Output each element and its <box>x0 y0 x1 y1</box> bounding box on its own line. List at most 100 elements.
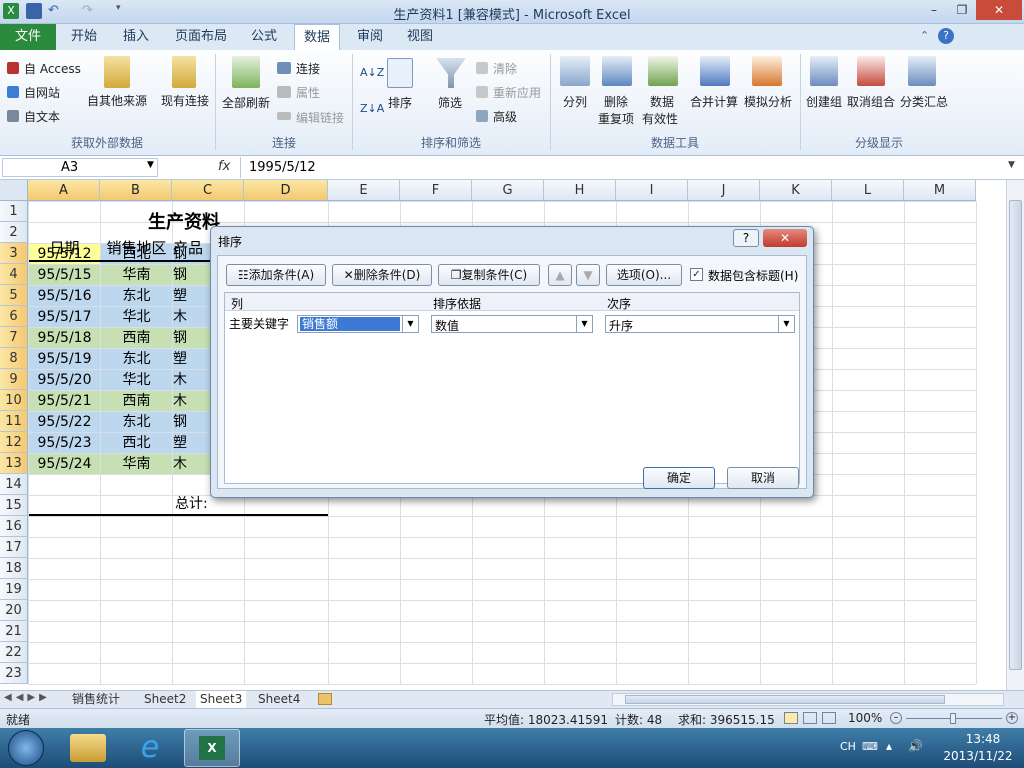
cell-product[interactable]: 钢 <box>173 265 213 285</box>
cell-date[interactable]: 95/5/17 <box>29 307 100 327</box>
from-web-button[interactable]: 自网站 <box>24 84 60 101</box>
row-header[interactable]: 7 <box>0 327 28 348</box>
cell-product[interactable]: 钢 <box>173 412 213 432</box>
cell-product[interactable]: 木 <box>173 454 213 474</box>
cell-date[interactable]: 95/5/22 <box>29 412 100 432</box>
cell-date[interactable]: 95/5/19 <box>29 349 100 369</box>
move-down-button[interactable]: ▼ <box>576 264 600 286</box>
cell-date[interactable]: 95/5/21 <box>29 391 100 411</box>
row-header[interactable]: 12 <box>0 432 28 453</box>
minimize-ribbon-icon[interactable]: ⌃ <box>920 29 929 42</box>
close-button[interactable]: ✕ <box>976 0 1022 20</box>
tab-formulas[interactable]: 公式 <box>242 24 286 50</box>
clock-date[interactable]: 2013/11/22 <box>936 749 1020 763</box>
tab-page-layout[interactable]: 页面布局 <box>168 24 234 50</box>
formula-input[interactable]: 1995/5/12 <box>240 157 1006 178</box>
row-header[interactable]: 4 <box>0 264 28 285</box>
name-box[interactable]: A3 ▼ <box>2 158 158 177</box>
has-header-checkbox[interactable]: ✓ <box>690 268 703 281</box>
sort-button[interactable]: 排序 <box>388 94 412 111</box>
column-header[interactable]: I <box>616 180 688 201</box>
column-header[interactable]: M <box>904 180 976 201</box>
tab-file[interactable]: 文件 <box>0 24 56 50</box>
row-header[interactable]: 1 <box>0 201 28 222</box>
zoom-level[interactable]: 100% <box>848 711 882 725</box>
page-break-view-icon[interactable] <box>822 712 836 724</box>
excel-taskbar-button[interactable]: X <box>184 729 240 767</box>
properties-button[interactable]: 属性 <box>296 84 320 101</box>
sort-asc-icon[interactable]: A↓Z <box>360 66 384 79</box>
sheet-tab-sales[interactable]: 销售统计 <box>66 691 126 708</box>
group-button[interactable]: 创建组 <box>806 93 842 110</box>
sheet-tab-2[interactable]: Sheet2 <box>140 691 190 708</box>
connections-button[interactable]: 连接 <box>296 60 320 77</box>
zoom-in-icon[interactable]: + <box>1006 712 1018 724</box>
column-header[interactable]: L <box>832 180 904 201</box>
cell-region[interactable]: 东北 <box>101 349 172 369</box>
dialog-help-button[interactable]: ? <box>733 229 759 247</box>
vertical-scrollbar[interactable] <box>1006 180 1024 690</box>
cell-product[interactable]: 钢 <box>173 328 213 348</box>
row-header[interactable]: 6 <box>0 306 28 327</box>
row-header[interactable]: 11 <box>0 411 28 432</box>
cell-region[interactable]: 西南 <box>101 328 172 348</box>
order-dropdown-icon[interactable]: ▼ <box>778 316 794 332</box>
row-header[interactable]: 19 <box>0 579 28 600</box>
row-header[interactable]: 21 <box>0 621 28 642</box>
data-validation-button[interactable]: 数据 <box>650 93 674 110</box>
cell-product[interactable]: 塑 <box>173 349 213 369</box>
row-header[interactable]: 9 <box>0 369 28 390</box>
row-header[interactable]: 5 <box>0 285 28 306</box>
order-select[interactable]: 升序 ▼ <box>605 315 795 333</box>
cell-product[interactable]: 木 <box>173 307 213 327</box>
existing-connections-button[interactable]: 现有连接 <box>161 92 209 109</box>
keyboard-icon[interactable]: ⌨ <box>862 740 878 753</box>
cell-date[interactable]: 95/5/23 <box>29 433 100 453</box>
from-text-button[interactable]: 自文本 <box>24 108 60 125</box>
normal-view-icon[interactable] <box>784 712 798 724</box>
cell-product[interactable]: 木 <box>173 391 213 411</box>
key-dropdown-icon[interactable]: ▼ <box>402 316 418 332</box>
cell-region[interactable]: 华北 <box>101 370 172 390</box>
volume-icon[interactable]: 🔊 <box>908 739 923 753</box>
column-header[interactable]: E <box>328 180 400 201</box>
ungroup-button[interactable]: 取消组合 <box>847 93 895 110</box>
row-header[interactable]: 15 <box>0 495 28 516</box>
header-region[interactable]: 销售地区 <box>101 238 172 259</box>
header-product[interactable]: 产品 <box>173 238 213 259</box>
column-header[interactable]: H <box>544 180 616 201</box>
sheet-nav-icons[interactable]: ◀◀▶▶ <box>4 692 51 703</box>
from-access-button[interactable]: 自 Access <box>24 60 81 77</box>
vertical-scroll-thumb[interactable] <box>1009 200 1022 670</box>
cell-region[interactable]: 西北 <box>101 433 172 453</box>
row-header[interactable]: 23 <box>0 663 28 684</box>
cell-region[interactable]: 东北 <box>101 286 172 306</box>
cancel-button[interactable]: 取消 <box>727 467 799 489</box>
column-header[interactable]: K <box>760 180 832 201</box>
tab-insert[interactable]: 插入 <box>114 24 158 50</box>
consolidate-button[interactable]: 合并计算 <box>690 93 738 110</box>
total-label[interactable]: 总计: <box>175 494 215 515</box>
cell-region[interactable]: 华南 <box>101 265 172 285</box>
ok-button[interactable]: 确定 <box>643 467 715 489</box>
tab-view[interactable]: 视图 <box>398 24 442 50</box>
tab-data[interactable]: 数据 <box>294 24 340 51</box>
horizontal-scroll-thumb[interactable] <box>625 695 945 704</box>
name-box-dropdown-icon[interactable]: ▼ <box>147 160 154 170</box>
column-header[interactable]: C <box>172 180 244 201</box>
what-if-button[interactable]: 模拟分析 <box>744 93 792 110</box>
row-header[interactable]: 17 <box>0 537 28 558</box>
key-select[interactable]: 销售额 ▼ <box>297 315 419 333</box>
language-indicator[interactable]: CH <box>840 740 856 753</box>
cell-date[interactable]: 95/5/18 <box>29 328 100 348</box>
clock-time[interactable]: 13:48 <box>948 732 1018 746</box>
dialog-close-button[interactable]: ✕ <box>763 229 807 247</box>
start-button-icon[interactable] <box>8 730 44 766</box>
zoom-out-icon[interactable]: – <box>890 712 902 724</box>
cell-region[interactable]: 西南 <box>101 391 172 411</box>
row-header[interactable]: 20 <box>0 600 28 621</box>
cell-region[interactable]: 华南 <box>101 454 172 474</box>
row-header[interactable]: 2 <box>0 222 28 243</box>
zoom-slider-thumb[interactable] <box>950 713 956 724</box>
row-header[interactable]: 3 <box>0 243 28 264</box>
